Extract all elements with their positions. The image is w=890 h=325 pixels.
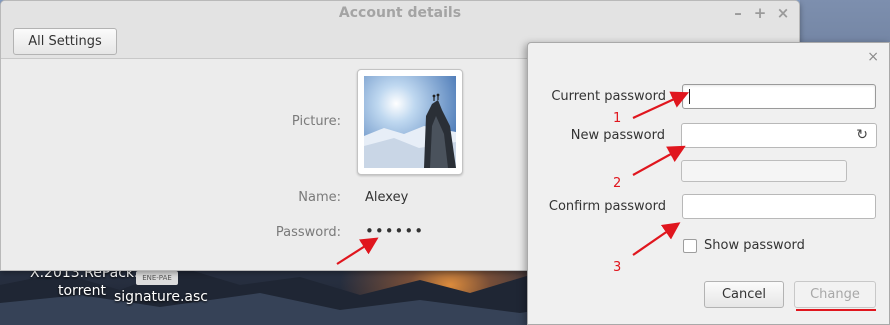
cancel-button[interactable]: Cancel: [704, 281, 784, 308]
name-value[interactable]: Alexey: [365, 190, 408, 205]
user-picture-button[interactable]: [357, 69, 463, 175]
current-password-label: Current password: [551, 89, 666, 104]
show-password-label[interactable]: Show password: [704, 238, 805, 253]
new-password-input[interactable]: ↻: [681, 123, 877, 148]
file-icon[interactable]: ENE-PAE: [136, 271, 178, 285]
close-icon[interactable]: ×: [867, 49, 879, 65]
change-password-dialog: × Current password New password ↻ Confir…: [527, 42, 890, 325]
window-title: Account details: [338, 5, 462, 21]
all-settings-button[interactable]: All Settings: [13, 28, 117, 55]
current-password-input[interactable]: [682, 84, 876, 109]
desktop-item-label[interactable]: torrent: [58, 283, 106, 299]
maximize-button[interactable]: +: [752, 4, 768, 22]
change-button[interactable]: Change: [794, 281, 876, 308]
show-password-checkbox[interactable]: [683, 239, 697, 253]
confirm-password-input[interactable]: [682, 194, 876, 219]
avatar-image: [364, 76, 456, 168]
name-label: Name:: [298, 190, 341, 205]
minimize-button[interactable]: –: [730, 4, 746, 22]
annotation-number-3: 3: [613, 260, 622, 275]
annotation-number-1: 1: [613, 111, 622, 126]
annotation-number-2: 2: [613, 176, 622, 191]
new-password-label: New password: [570, 128, 665, 143]
password-value[interactable]: ••••••: [365, 222, 424, 240]
password-label: Password:: [275, 225, 341, 240]
confirm-password-label: Confirm password: [548, 199, 666, 214]
password-strength-indicator: [681, 160, 847, 182]
text-caret: [689, 89, 690, 104]
generate-password-icon[interactable]: ↻: [856, 127, 868, 143]
close-button[interactable]: ×: [775, 4, 791, 22]
desktop-item-label[interactable]: signature.asc: [114, 289, 208, 305]
picture-label: Picture:: [291, 114, 341, 129]
